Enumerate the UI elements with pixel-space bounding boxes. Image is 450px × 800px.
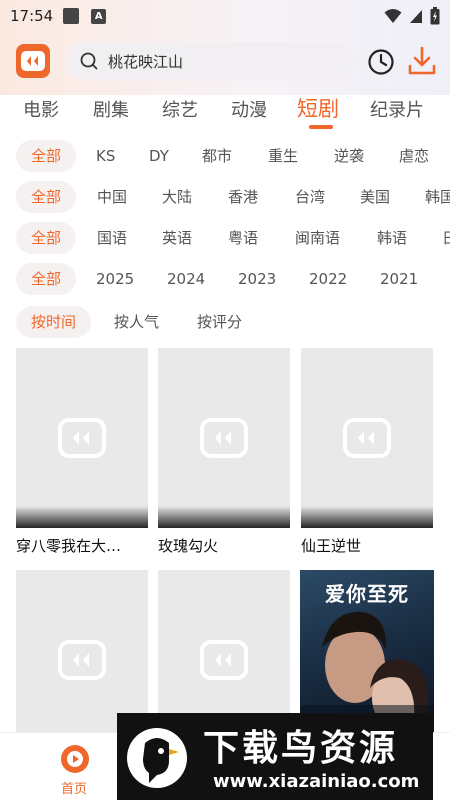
filter-language-option[interactable]: 闽南语 xyxy=(295,222,340,254)
notification-icon xyxy=(63,8,80,24)
tab-series[interactable]: 剧集 xyxy=(93,96,129,122)
watermark-banner: 下载鸟资源 www.xiazainiao.com xyxy=(117,713,433,800)
filter-year-all[interactable]: 全部 xyxy=(16,263,77,295)
filter-row-type: 全部 KS DY 都市 重生 逆袭 虐恋 xyxy=(0,140,450,174)
filter-language-option[interactable]: 粤语 xyxy=(228,222,258,254)
placeholder-icon xyxy=(343,418,391,458)
placeholder-icon xyxy=(200,418,248,458)
filter-year-option[interactable]: 2025 xyxy=(96,263,134,295)
tab-variety[interactable]: 综艺 xyxy=(162,96,198,122)
filter-language-option[interactable]: 英语 xyxy=(162,222,192,254)
filter-region-option[interactable]: 韩国 xyxy=(425,181,450,213)
video-card[interactable] xyxy=(16,570,148,735)
filter-region-option[interactable]: 美国 xyxy=(360,181,390,213)
filter-type-option[interactable]: 虐恋 xyxy=(399,140,429,172)
filter-region-option[interactable]: 香港 xyxy=(228,181,258,213)
video-card[interactable] xyxy=(16,348,148,528)
sort-by-rating[interactable]: 按评分 xyxy=(197,306,242,338)
card-shade xyxy=(16,506,148,528)
status-bar: 17:54 A xyxy=(0,0,450,32)
video-title[interactable]: 仙王逆世 xyxy=(301,535,436,556)
filter-region-all[interactable]: 全部 xyxy=(16,181,77,213)
video-card[interactable] xyxy=(158,570,290,735)
watermark-url: www.xiazainiao.com xyxy=(213,771,420,792)
filter-type-option[interactable]: 逆袭 xyxy=(334,140,364,172)
filter-type-option[interactable]: 重生 xyxy=(268,140,298,172)
filter-region-option[interactable]: 台湾 xyxy=(295,181,325,213)
video-poster[interactable]: 爱你至死 xyxy=(300,570,434,735)
tab-documentary[interactable]: 纪录片 xyxy=(370,96,424,122)
wifi-icon xyxy=(384,9,402,23)
tab-movies[interactable]: 电影 xyxy=(23,96,59,122)
filter-type-all[interactable]: 全部 xyxy=(16,140,77,172)
sort-by-time[interactable]: 按时间 xyxy=(16,306,92,338)
home-play-icon[interactable] xyxy=(60,744,90,774)
filter-language-option[interactable]: 日 xyxy=(442,222,450,254)
filter-type-option[interactable]: KS xyxy=(96,140,115,172)
filter-language-all[interactable]: 全部 xyxy=(16,222,77,254)
notification-a-icon: A xyxy=(91,8,107,24)
video-card[interactable] xyxy=(158,348,290,528)
poster-title: 爱你至死 xyxy=(325,582,409,606)
search-input[interactable]: 桃花映江山 xyxy=(108,51,183,72)
placeholder-icon xyxy=(200,640,248,680)
video-title[interactable]: 玫瑰勾火 xyxy=(158,535,293,556)
tab-short-drama[interactable]: 短剧 xyxy=(297,93,339,123)
filter-year-option[interactable]: 2023 xyxy=(238,263,276,295)
filter-row-region: 全部 中国 大陆 香港 台湾 美国 韩国 xyxy=(0,181,450,215)
filter-language-option[interactable]: 国语 xyxy=(97,222,127,254)
filter-row-year: 全部 2025 2024 2023 2022 2021 xyxy=(0,263,450,297)
app-logo-icon[interactable] xyxy=(16,44,50,78)
filter-year-option[interactable]: 2022 xyxy=(309,263,347,295)
card-shade xyxy=(158,506,290,528)
nav-home-label[interactable]: 首页 xyxy=(61,778,87,797)
app-header: 桃花映江山 xyxy=(0,40,450,84)
search-icon xyxy=(80,52,98,70)
tab-anime[interactable]: 动漫 xyxy=(231,96,267,122)
category-tabs: 电影 剧集 综艺 动漫 短剧 纪录片 xyxy=(0,88,450,129)
filter-type-option[interactable]: DY xyxy=(149,140,169,172)
watermark-brand: 下载鸟资源 xyxy=(203,728,399,769)
card-shade xyxy=(301,506,433,528)
history-icon[interactable] xyxy=(367,48,395,76)
video-card[interactable] xyxy=(301,348,433,528)
status-time: 17:54 xyxy=(10,7,54,25)
video-title[interactable]: 穿八零我在大… xyxy=(16,535,151,556)
placeholder-icon xyxy=(58,418,106,458)
signal-icon xyxy=(410,10,422,23)
filter-year-option[interactable]: 2024 xyxy=(167,263,205,295)
filter-type-option[interactable]: 都市 xyxy=(202,140,232,172)
battery-icon xyxy=(430,7,440,25)
sort-row: 按时间 按人气 按评分 xyxy=(0,306,450,340)
search-bar[interactable]: 桃花映江山 xyxy=(66,42,354,80)
placeholder-icon xyxy=(58,640,106,680)
sort-by-popularity[interactable]: 按人气 xyxy=(114,306,159,338)
filter-row-language: 全部 国语 英语 粤语 闽南语 韩语 日 xyxy=(0,222,450,256)
filter-year-option[interactable]: 2021 xyxy=(380,263,418,295)
filter-region-option[interactable]: 大陆 xyxy=(162,181,192,213)
filter-region-option[interactable]: 中国 xyxy=(97,181,127,213)
bird-logo-icon xyxy=(127,728,187,788)
active-tab-indicator xyxy=(309,125,333,129)
filter-language-option[interactable]: 韩语 xyxy=(377,222,407,254)
download-icon[interactable] xyxy=(408,46,436,76)
